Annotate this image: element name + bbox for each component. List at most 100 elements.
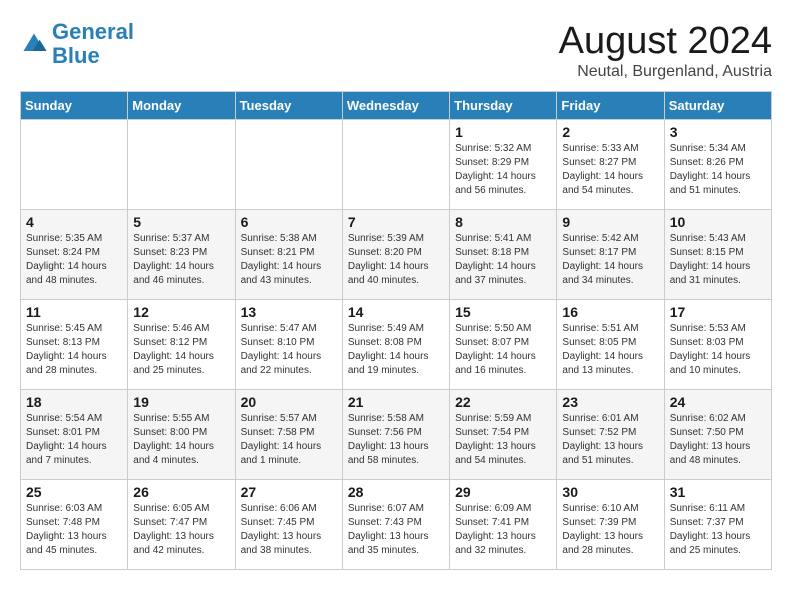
calendar-cell: 15 Sunrise: 5:50 AM Sunset: 8:07 PM Dayli… [450, 300, 557, 390]
logo-icon [20, 30, 48, 58]
calendar-cell: 16 Sunrise: 5:51 AM Sunset: 8:05 PM Dayli… [557, 300, 664, 390]
calendar-cell: 24 Sunrise: 6:02 AM Sunset: 7:50 PM Dayli… [664, 390, 771, 480]
calendar-cell: 18 Sunrise: 5:54 AM Sunset: 8:01 PM Dayli… [21, 390, 128, 480]
day-info: Sunrise: 5:43 AM Sunset: 8:15 PM Dayligh… [670, 232, 766, 288]
day-number: 8 [455, 214, 551, 230]
day-info: Sunrise: 5:50 AM Sunset: 8:07 PM Dayligh… [455, 322, 551, 378]
day-number: 4 [26, 214, 122, 230]
day-info: Sunrise: 5:47 AM Sunset: 8:10 PM Dayligh… [241, 322, 337, 378]
calendar-cell: 20Sunrise: 5:57 AM Sunset: 7:58 PM Dayli… [235, 390, 342, 480]
calendar-cell [21, 120, 128, 210]
day-number: 18 [26, 394, 122, 410]
calendar-cell: 7 Sunrise: 5:39 AM Sunset: 8:20 PM Daylig… [342, 210, 449, 300]
day-header-friday: Friday [557, 92, 664, 120]
day-number: 17 [670, 304, 766, 320]
calendar-cell: 28Sunrise: 6:07 AM Sunset: 7:43 PM Dayli… [342, 480, 449, 570]
calendar-cell: 21 Sunrise: 5:58 AM Sunset: 7:56 PM Dayli… [342, 390, 449, 480]
day-info: Sunrise: 5:41 AM Sunset: 8:18 PM Dayligh… [455, 232, 551, 288]
week-row-5: 25Sunrise: 6:03 AM Sunset: 7:48 PM Dayli… [21, 480, 772, 570]
day-number: 16 [562, 304, 658, 320]
day-info: Sunrise: 5:38 AM Sunset: 8:21 PM Dayligh… [241, 232, 337, 288]
day-number: 19 [133, 394, 229, 410]
day-info: Sunrise: 6:05 AM Sunset: 7:47 PM Dayligh… [133, 502, 229, 558]
calendar-cell [342, 120, 449, 210]
day-info: Sunrise: 6:09 AM Sunset: 7:41 PM Dayligh… [455, 502, 551, 558]
calendar-cell: 5 Sunrise: 5:37 AM Sunset: 8:23 PM Daylig… [128, 210, 235, 300]
calendar-cell: 11 Sunrise: 5:45 AM Sunset: 8:13 PM Dayli… [21, 300, 128, 390]
day-number: 12 [133, 304, 229, 320]
day-number: 22 [455, 394, 551, 410]
calendar-cell: 14 Sunrise: 5:49 AM Sunset: 8:08 PM Dayli… [342, 300, 449, 390]
day-number: 11 [26, 304, 122, 320]
day-number: 7 [348, 214, 444, 230]
day-info: Sunrise: 5:49 AM Sunset: 8:08 PM Dayligh… [348, 322, 444, 378]
day-number: 27 [241, 484, 337, 500]
calendar-cell: 13 Sunrise: 5:47 AM Sunset: 8:10 PM Dayli… [235, 300, 342, 390]
day-info: Sunrise: 5:42 AM Sunset: 8:17 PM Dayligh… [562, 232, 658, 288]
day-number: 30 [562, 484, 658, 500]
week-row-3: 11 Sunrise: 5:45 AM Sunset: 8:13 PM Dayli… [21, 300, 772, 390]
day-info: Sunrise: 6:06 AM Sunset: 7:45 PM Dayligh… [241, 502, 337, 558]
day-info: Sunrise: 5:45 AM Sunset: 8:13 PM Dayligh… [26, 322, 122, 378]
page-header: General Blue August 2024 Neutal, Burgenl… [20, 20, 772, 81]
day-info: Sunrise: 5:55 AM Sunset: 8:00 PM Dayligh… [133, 412, 229, 468]
day-info: Sunrise: 5:39 AM Sunset: 8:20 PM Dayligh… [348, 232, 444, 288]
calendar-cell: 29 Sunrise: 6:09 AM Sunset: 7:41 PM Dayli… [450, 480, 557, 570]
calendar-cell: 8 Sunrise: 5:41 AM Sunset: 8:18 PM Daylig… [450, 210, 557, 300]
day-info: Sunrise: 5:58 AM Sunset: 7:56 PM Dayligh… [348, 412, 444, 468]
day-number: 6 [241, 214, 337, 230]
day-header-tuesday: Tuesday [235, 92, 342, 120]
calendar-cell: 9 Sunrise: 5:42 AM Sunset: 8:17 PM Daylig… [557, 210, 664, 300]
week-row-4: 18 Sunrise: 5:54 AM Sunset: 8:01 PM Dayli… [21, 390, 772, 480]
day-info: Sunrise: 5:33 AM Sunset: 8:27 PM Dayligh… [562, 142, 658, 198]
calendar-cell: 3 Sunrise: 5:34 AM Sunset: 8:26 PM Daylig… [664, 120, 771, 210]
calendar-cell: 10 Sunrise: 5:43 AM Sunset: 8:15 PM Dayli… [664, 210, 771, 300]
day-info: Sunrise: 5:46 AM Sunset: 8:12 PM Dayligh… [133, 322, 229, 378]
calendar-cell: 27 Sunrise: 6:06 AM Sunset: 7:45 PM Dayli… [235, 480, 342, 570]
day-number: 31 [670, 484, 766, 500]
day-header-monday: Monday [128, 92, 235, 120]
day-number: 21 [348, 394, 444, 410]
day-number: 9 [562, 214, 658, 230]
day-number: 29 [455, 484, 551, 500]
calendar-cell: 1 Sunrise: 5:32 AM Sunset: 8:29 PM Daylig… [450, 120, 557, 210]
calendar-cell: 4Sunrise: 5:35 AM Sunset: 8:24 PM Daylig… [21, 210, 128, 300]
day-info: Sunrise: 6:02 AM Sunset: 7:50 PM Dayligh… [670, 412, 766, 468]
logo: General Blue [20, 20, 134, 68]
title-section: August 2024 Neutal, Burgenland, Austria [559, 20, 772, 81]
day-info: Sunrise: 6:11 AM Sunset: 7:37 PM Dayligh… [670, 502, 766, 558]
calendar-cell: 25Sunrise: 6:03 AM Sunset: 7:48 PM Dayli… [21, 480, 128, 570]
calendar-header: SundayMondayTuesdayWednesdayThursdayFrid… [21, 92, 772, 120]
calendar-cell: 22Sunrise: 5:59 AM Sunset: 7:54 PM Dayli… [450, 390, 557, 480]
calendar-table: SundayMondayTuesdayWednesdayThursdayFrid… [20, 91, 772, 570]
day-header-wednesday: Wednesday [342, 92, 449, 120]
day-number: 15 [455, 304, 551, 320]
calendar-cell: 30Sunrise: 6:10 AM Sunset: 7:39 PM Dayli… [557, 480, 664, 570]
calendar-cell [128, 120, 235, 210]
day-number: 13 [241, 304, 337, 320]
day-number: 10 [670, 214, 766, 230]
calendar-cell: 31 Sunrise: 6:11 AM Sunset: 7:37 PM Dayli… [664, 480, 771, 570]
day-info: Sunrise: 5:51 AM Sunset: 8:05 PM Dayligh… [562, 322, 658, 378]
day-number: 5 [133, 214, 229, 230]
day-number: 2 [562, 124, 658, 140]
calendar-cell: 12 Sunrise: 5:46 AM Sunset: 8:12 PM Dayli… [128, 300, 235, 390]
day-number: 25 [26, 484, 122, 500]
day-number: 3 [670, 124, 766, 140]
day-number: 24 [670, 394, 766, 410]
calendar-cell: 17Sunrise: 5:53 AM Sunset: 8:03 PM Dayli… [664, 300, 771, 390]
day-number: 14 [348, 304, 444, 320]
day-info: Sunrise: 5:57 AM Sunset: 7:58 PM Dayligh… [241, 412, 337, 468]
day-info: Sunrise: 5:34 AM Sunset: 8:26 PM Dayligh… [670, 142, 766, 198]
day-number: 1 [455, 124, 551, 140]
calendar-cell: 23Sunrise: 6:01 AM Sunset: 7:52 PM Dayli… [557, 390, 664, 480]
day-info: Sunrise: 5:37 AM Sunset: 8:23 PM Dayligh… [133, 232, 229, 288]
day-info: Sunrise: 5:54 AM Sunset: 8:01 PM Dayligh… [26, 412, 122, 468]
week-row-1: 1 Sunrise: 5:32 AM Sunset: 8:29 PM Daylig… [21, 120, 772, 210]
day-header-thursday: Thursday [450, 92, 557, 120]
location-subtitle: Neutal, Burgenland, Austria [559, 63, 772, 81]
day-info: Sunrise: 5:32 AM Sunset: 8:29 PM Dayligh… [455, 142, 551, 198]
day-info: Sunrise: 6:01 AM Sunset: 7:52 PM Dayligh… [562, 412, 658, 468]
calendar-cell: 6 Sunrise: 5:38 AM Sunset: 8:21 PM Daylig… [235, 210, 342, 300]
day-header-sunday: Sunday [21, 92, 128, 120]
